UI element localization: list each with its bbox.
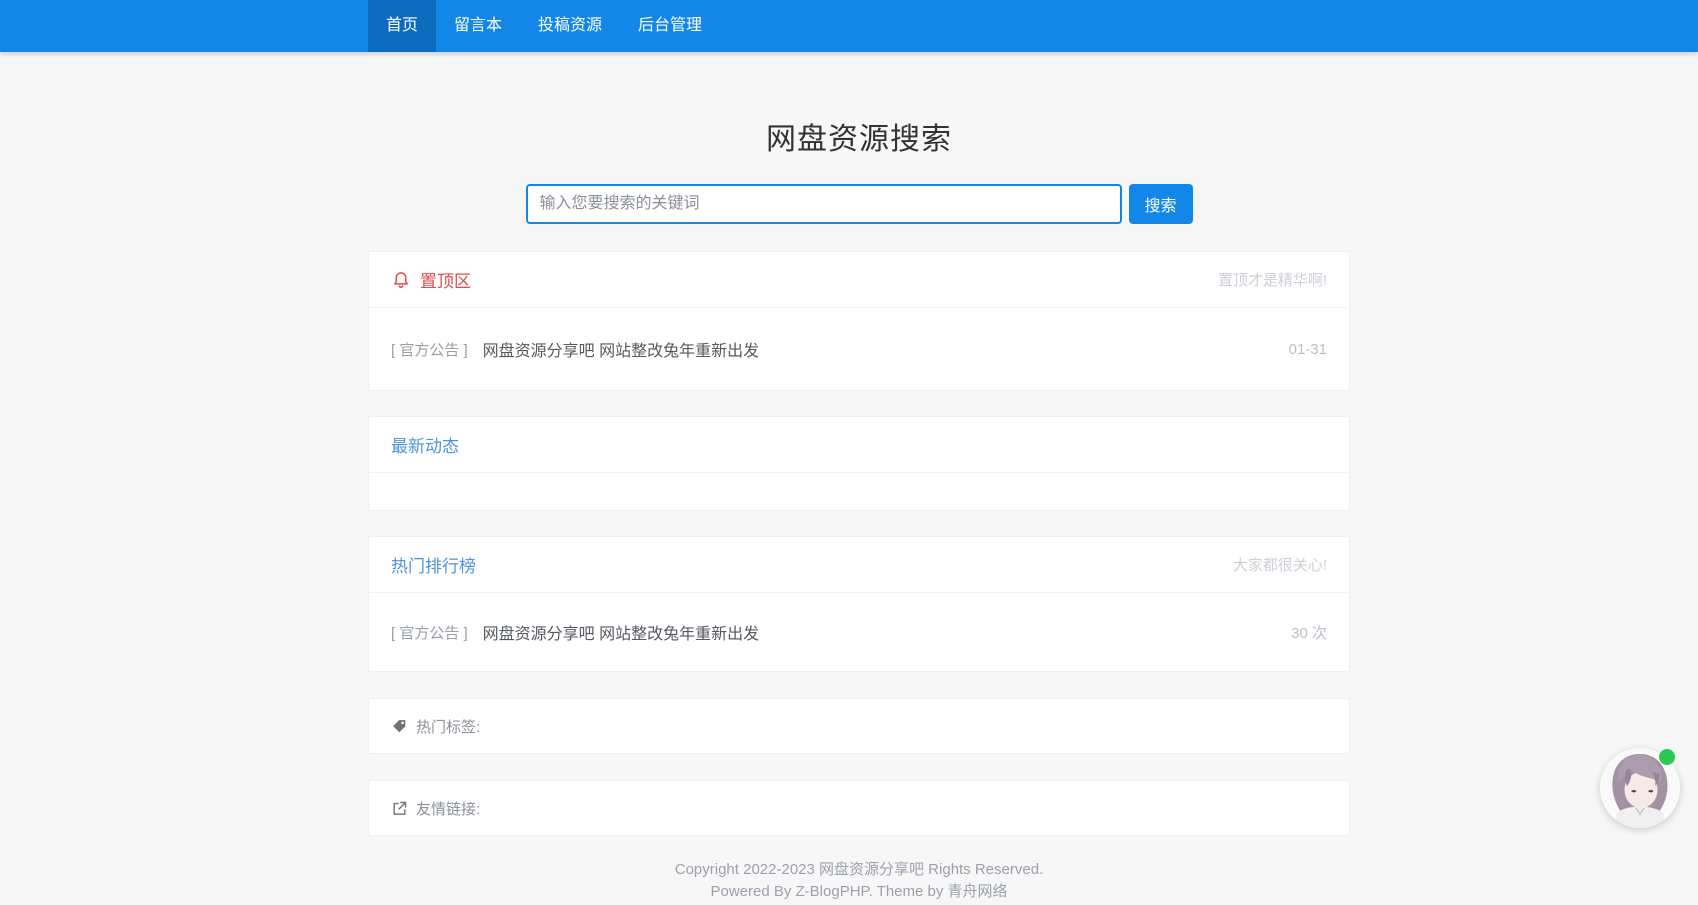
search-button[interactable]: 搜索 — [1129, 184, 1193, 224]
hot-tags-section: 热门标签: — [368, 698, 1350, 754]
latest-section-title[interactable]: 最新动态 — [391, 432, 459, 457]
online-status-dot — [1659, 749, 1675, 765]
footer-copyright: Copyright 2022-2023 网盘资源分享吧 Rights Reser… — [368, 859, 1350, 881]
tag-icon — [391, 718, 408, 735]
announcement-row: [ 官方公告 ] 网盘资源分享吧 网站整改兔年重新出发 01-31 — [369, 308, 1349, 390]
hot-ranking-row: [ 官方公告 ] 网盘资源分享吧 网站整改兔年重新出发 30 次 — [369, 593, 1349, 671]
nav-item-guestbook[interactable]: 留言本 — [436, 0, 520, 52]
footer-powered-by: Powered By Z-BlogPHP. Theme by 青舟网络 — [368, 881, 1350, 903]
hot-row-category: [ 官方公告 ] — [391, 622, 468, 643]
page-title: 网盘资源搜索 — [368, 114, 1350, 158]
search-bar: 搜索 — [368, 184, 1350, 224]
hot-row-link[interactable]: 网盘资源分享吧 网站整改兔年重新出发 — [483, 620, 1291, 644]
hot-ranking-section: 热门排行榜 大家都很关心! [ 官方公告 ] 网盘资源分享吧 网站整改兔年重新出… — [368, 536, 1350, 672]
hot-ranking-subtitle: 大家都很关心! — [1233, 554, 1327, 575]
latest-section-header: 最新动态 — [369, 417, 1349, 473]
pinned-section: 置顶区 置顶才是精华啊! [ 官方公告 ] 网盘资源分享吧 网站整改兔年重新出发… — [368, 251, 1350, 391]
external-link-icon — [391, 800, 408, 817]
top-navbar: 首页 留言本 投稿资源 后台管理 — [0, 0, 1698, 52]
hot-tags-row: 热门标签: — [369, 699, 1349, 753]
hot-ranking-title[interactable]: 热门排行榜 — [391, 552, 476, 577]
nav-menu: 首页 留言本 投稿资源 后台管理 — [368, 0, 1350, 52]
friend-links-section: 友情链接: — [368, 780, 1350, 836]
nav-item-submit-resource[interactable]: 投稿资源 — [520, 0, 620, 52]
friend-links-label: 友情链接: — [416, 798, 480, 819]
chat-widget-button[interactable] — [1600, 748, 1680, 828]
nav-item-admin[interactable]: 后台管理 — [620, 0, 720, 52]
hot-tags-label: 热门标签: — [416, 716, 480, 737]
pinned-section-title: 置顶区 — [420, 267, 471, 292]
pinned-section-header: 置顶区 置顶才是精华啊! — [369, 252, 1349, 308]
hot-ranking-header: 热门排行榜 大家都很关心! — [369, 537, 1349, 593]
announcement-date: 01-31 — [1289, 341, 1327, 358]
hot-row-view-count: 30 次 — [1291, 622, 1327, 643]
main-content: 网盘资源搜索 搜索 置顶区 置顶才是精华啊! [ 官方公告 ] 网盘资源分享吧 … — [368, 114, 1350, 903]
footer: Copyright 2022-2023 网盘资源分享吧 Rights Reser… — [368, 859, 1350, 903]
friend-links-row: 友情链接: — [369, 781, 1349, 835]
latest-section-empty-body — [369, 473, 1349, 510]
latest-section: 最新动态 — [368, 416, 1350, 511]
announcement-category: [ 官方公告 ] — [391, 339, 468, 360]
announcement-link[interactable]: 网盘资源分享吧 网站整改兔年重新出发 — [483, 337, 1289, 361]
search-input[interactable] — [526, 184, 1122, 224]
bell-icon — [391, 270, 411, 290]
pinned-section-subtitle: 置顶才是精华啊! — [1218, 269, 1327, 290]
nav-item-home[interactable]: 首页 — [368, 0, 436, 52]
